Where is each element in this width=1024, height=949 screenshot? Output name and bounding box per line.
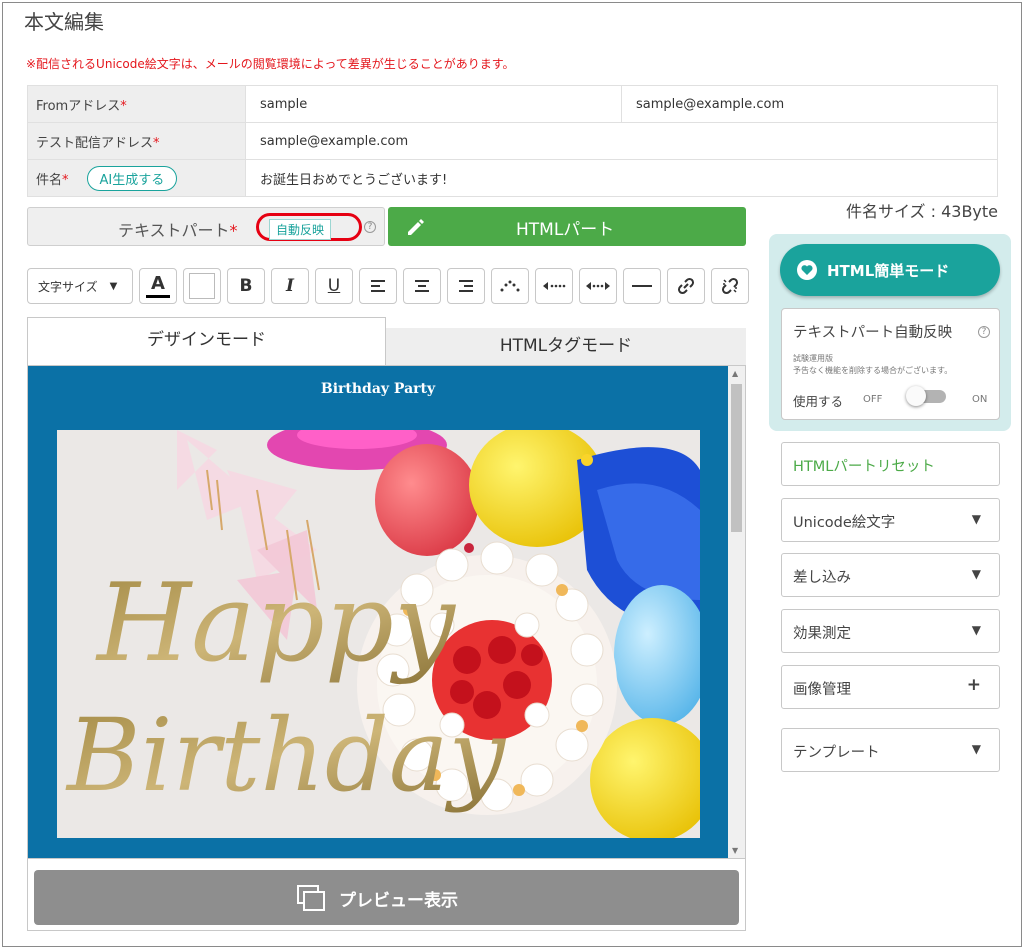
font-color-button[interactable]: A (139, 268, 177, 304)
insert-dropdown[interactable]: 差し込み ▼ (781, 553, 1000, 597)
from-email-field[interactable]: sample@example.com (621, 85, 998, 123)
underline-button[interactable]: U (315, 268, 353, 304)
scroll-down-icon[interactable]: ▼ (732, 846, 738, 855)
italic-button[interactable]: I (271, 268, 309, 304)
unlink-icon (721, 277, 739, 295)
expand-button[interactable] (579, 268, 617, 304)
html-part-reset-button[interactable]: HTMLパートリセット (781, 442, 1000, 486)
test-label: テスト配信アドレス* (27, 122, 246, 160)
subject-field[interactable]: お誕生日おめでとうございます! (245, 159, 998, 197)
help-icon[interactable]: ? (364, 221, 376, 233)
pencil-icon (408, 219, 424, 235)
use-label: 使用する (793, 394, 844, 409)
align-left-icon (371, 280, 385, 292)
horizontal-rule-button[interactable] (623, 268, 661, 304)
auto-reflect-card: テキストパート自動反映 ? 試験運用版 予告なく機能を削除する場合がございます。… (781, 308, 1000, 420)
bold-button[interactable]: B (227, 268, 265, 304)
easy-mode-label: HTML簡単モード (827, 262, 950, 280)
from-row: Fromアドレス* sample sample@example.com (27, 85, 998, 123)
birthday-photo: Happy Birthday (57, 430, 700, 838)
plus-icon: + (966, 675, 981, 695)
chevron-down-icon: ▼ (971, 742, 981, 756)
link-icon (677, 277, 695, 295)
spacing-dots-icon (500, 280, 520, 292)
from-name-field[interactable]: sample (245, 85, 622, 123)
tab-html-tag-mode[interactable]: HTMLタグモード (386, 328, 746, 365)
auto-reflect-badge[interactable]: 自動反映 (269, 219, 332, 240)
preview-button[interactable]: プレビュー表示 (34, 870, 739, 925)
align-right-icon (459, 280, 473, 292)
align-center-button[interactable] (403, 268, 441, 304)
html-part-label: HTMLパート (516, 220, 615, 240)
subject-label: 件名* AI生成する (27, 159, 246, 197)
preview-label: プレビュー表示 (339, 891, 458, 911)
auto-reflect-toggle[interactable] (906, 386, 948, 406)
off-label: OFF (863, 394, 883, 405)
horizontal-line-icon (632, 285, 652, 287)
background-color-button[interactable] (183, 268, 221, 304)
scroll-up-icon[interactable]: ▲ (732, 369, 738, 378)
text-part-label: テキストパート (118, 221, 230, 240)
image-management-button[interactable]: 画像管理 + (781, 665, 1000, 709)
help-icon[interactable]: ? (978, 326, 990, 338)
beta-note: 試験運用版 (793, 354, 833, 363)
align-center-icon (415, 280, 429, 292)
align-left-button[interactable] (359, 268, 397, 304)
happy-text: Happy (95, 561, 457, 686)
birthday-text: Birthday (65, 697, 506, 814)
emoji-notice: ※配信されるUnicode絵文字は、メールの閲覧環境によって差異が生じることがあ… (26, 57, 515, 71)
auto-reflect-title: テキストパート自動反映 (793, 325, 953, 341)
html-part-tab[interactable]: HTMLパート (388, 207, 746, 246)
chevron-down-icon: ▼ (971, 512, 981, 526)
font-size-select[interactable]: 文字サイズ ▼ (27, 268, 133, 304)
unicode-emoji-dropdown[interactable]: Unicode絵文字 ▼ (781, 498, 1000, 542)
content-title: Birthday Party (320, 381, 436, 397)
on-label: ON (972, 394, 988, 405)
arrow-left-dots-icon (543, 282, 566, 290)
measurement-dropdown[interactable]: 効果測定 ▼ (781, 609, 1000, 653)
scroll-thumb[interactable] (731, 384, 742, 532)
font-color-icon: A (151, 272, 165, 294)
subject-size: 件名サイズ : 43Byte (846, 202, 999, 221)
preview-window-icon (297, 885, 325, 911)
sender-form: Fromアドレス* sample sample@example.com テスト配… (27, 85, 998, 197)
auto-reflect-highlight: 自動反映 (256, 213, 362, 241)
birthday-image: Happy Birthday (57, 430, 700, 838)
design-editor[interactable]: Birthday Party Happy Birthday ▲ ▼ (27, 365, 746, 859)
arrow-both-dots-icon (586, 282, 610, 290)
removal-note: 予告なく機能を削除する場合がございます。 (793, 366, 953, 375)
template-dropdown[interactable]: テンプレート ▼ (781, 728, 1000, 772)
spacing-button[interactable] (491, 268, 529, 304)
outdent-button[interactable] (535, 268, 573, 304)
chevron-down-icon: ▼ (971, 623, 981, 637)
dropdown-arrow-icon: ▼ (109, 280, 118, 292)
chevron-down-icon: ▼ (971, 567, 981, 581)
color-swatch-icon (189, 273, 215, 299)
align-right-button[interactable] (447, 268, 485, 304)
from-label: Fromアドレス* (27, 85, 246, 123)
tab-design-mode[interactable]: デザインモード (27, 317, 386, 365)
html-easy-mode-button[interactable]: HTML簡単モード (780, 244, 1000, 296)
ai-generate-button[interactable]: AI生成する (86, 165, 178, 191)
subject-row: 件名* AI生成する お誕生日おめでとうございます! (27, 159, 998, 197)
page-title: 本文編集 (24, 10, 104, 34)
unlink-button[interactable] (711, 268, 749, 304)
test-email-field[interactable]: sample@example.com (245, 122, 998, 160)
test-row: テスト配信アドレス* sample@example.com (27, 122, 998, 160)
heart-icon (797, 260, 817, 280)
editor-scrollbar[interactable]: ▲ ▼ (728, 366, 745, 858)
toggle-knob (906, 386, 926, 406)
link-button[interactable] (667, 268, 705, 304)
text-part-tab[interactable]: テキストパート* 自動反映 ? (27, 207, 385, 246)
